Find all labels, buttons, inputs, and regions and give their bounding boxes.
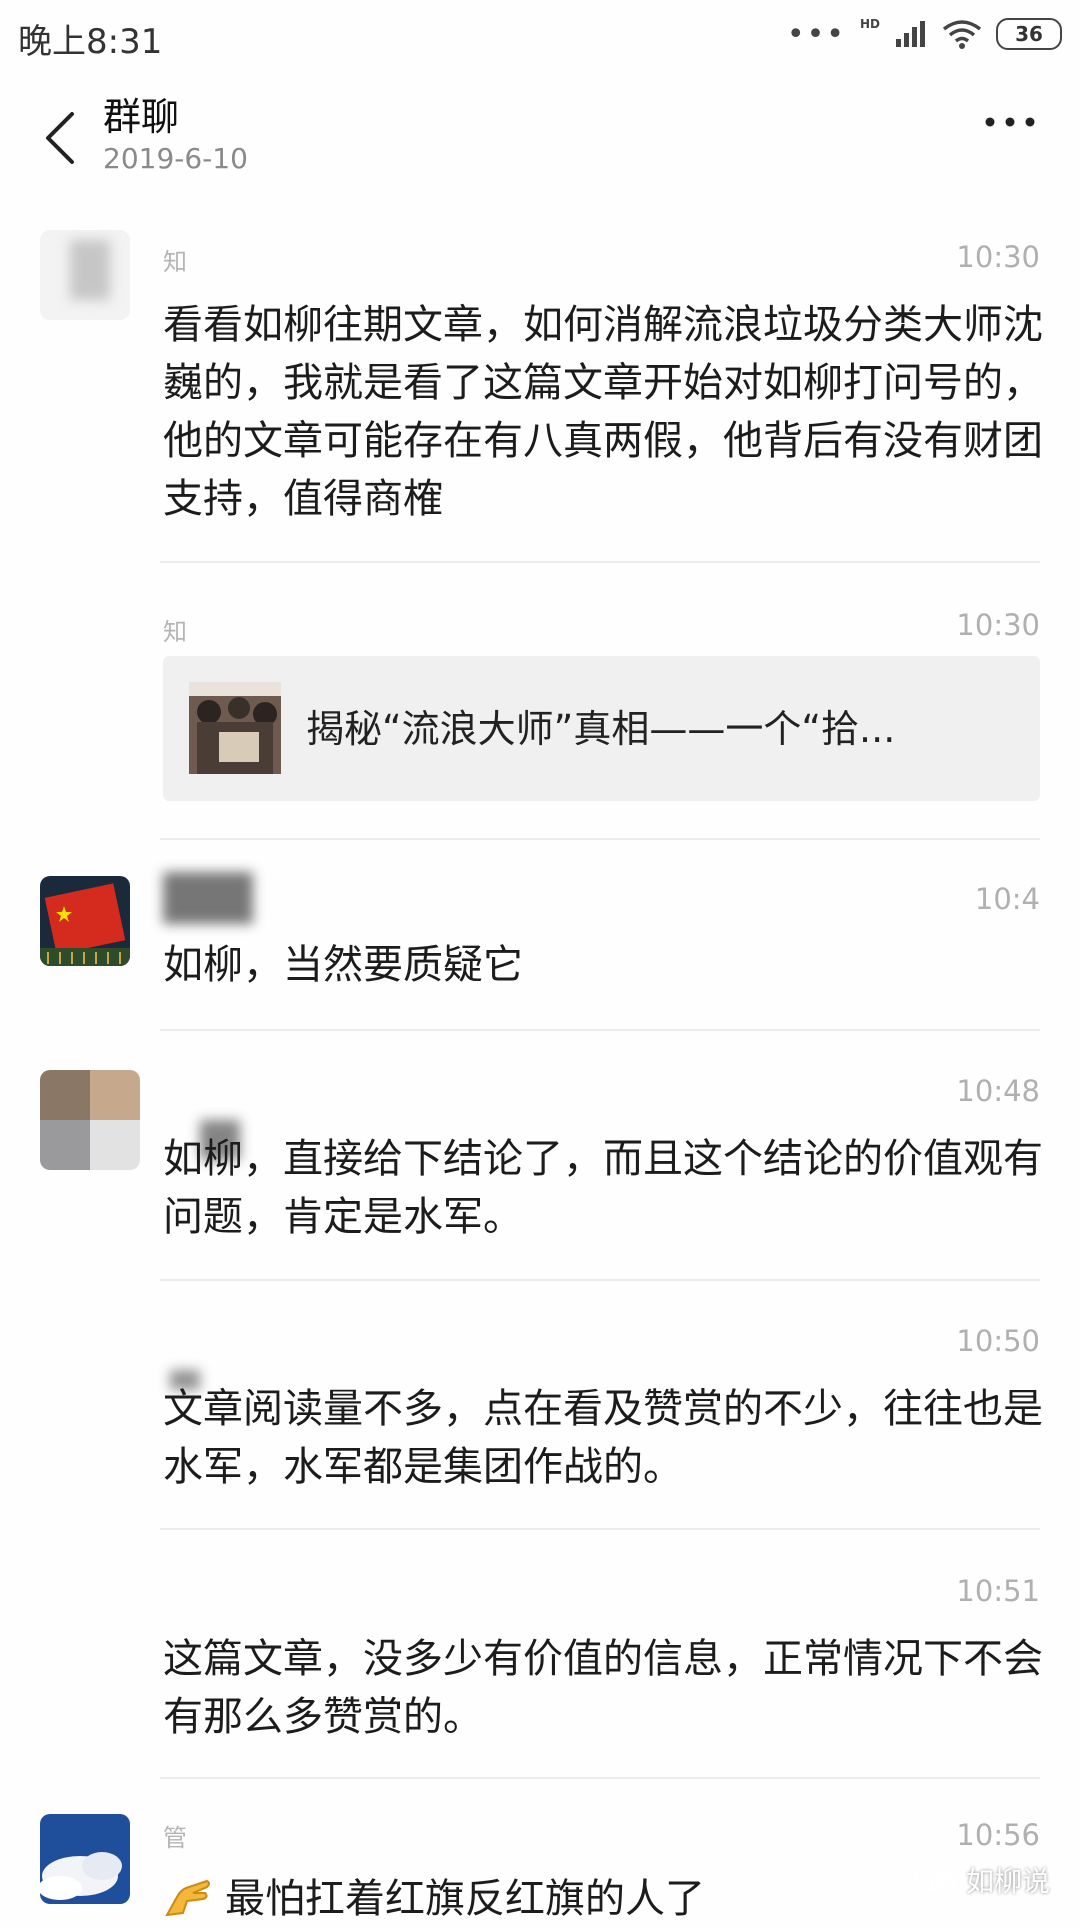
battery-icon: 36 [996,18,1062,50]
hand-emoji-icon [165,1879,210,1917]
redacted-name [163,872,253,924]
message-text: 这篇文章，没多少有价值的信息，正常情况下不会有那么多赞赏的。 [163,1636,1043,1740]
sender-name: 知 [163,248,187,276]
divider [160,1029,1040,1031]
message-time: 10:48 [956,1074,1040,1108]
status-bar: 晚上8:31 ••• HD 36 [0,0,1080,70]
message-text: 文章阅读量不多，点在看及赞赏的不少，往往也是水军，水军都是集团作战的。 [163,1386,1043,1490]
chat-header: 群聊 2019-6-10 [0,80,1080,190]
divider [160,561,1040,563]
article-title: 揭秘“流浪大师”真相——一个“拾... [306,707,896,751]
message-text: 如柳，当然要质疑它 [163,942,523,988]
message-time: 10:50 [956,1324,1040,1358]
chip-flag-avatar-icon [40,876,130,966]
wifi-icon [942,20,982,49]
message-row: 最怕扛着红旗反红旗的人了 [163,1870,705,1928]
status-icons: ••• HD 36 [787,14,1062,54]
hd-indicator: HD [859,17,880,31]
article-link-card[interactable]: 揭秘“流浪大师”真相——一个“拾... [163,656,1040,801]
chat-date: 2019-6-10 [103,142,248,175]
watermark-text: 如柳说 [965,1865,1050,1898]
sender-name: 管 [163,1824,187,1852]
message-text: 最怕扛着红旗反红旗的人了 [225,1876,705,1922]
more-notifications-icon: ••• [786,16,846,52]
sender-name: 知 [163,618,187,646]
wechat-icon [914,1865,955,1894]
avatar[interactable] [40,1070,140,1170]
article-thumbnail [189,682,281,774]
back-icon[interactable] [30,100,90,170]
sky-avatar-icon [40,1814,130,1904]
message-time: 10:30 [956,240,1040,274]
article-image-icon [189,682,281,774]
status-time: 晚上8:31 [18,22,163,62]
message-text: 如柳，直接给下结论了，而且这个结论的价值观有问题，肯定是水军。 [163,1136,1043,1240]
avatar[interactable] [40,230,130,320]
more-options-icon[interactable] [980,102,1040,142]
divider [160,1777,1040,1779]
message-text: 看看如柳往期文章，如何消解流浪垃圾分类大师沈巍的，我就是看了这篇文章开始对如柳打… [163,302,1043,522]
message-time: 10:30 [956,608,1040,642]
avatar[interactable] [40,876,130,966]
signal-icon [896,21,925,47]
message-time: 10:51 [956,1574,1040,1608]
avatar[interactable] [40,1814,130,1904]
divider [160,1528,1040,1530]
message-time: 10:56 [956,1818,1040,1852]
divider [160,838,1040,840]
chat-title: 群聊 [103,95,180,139]
divider [160,1279,1040,1281]
message-time: 10:4 [974,882,1040,916]
watermark: 如柳说 [914,1860,1050,1900]
